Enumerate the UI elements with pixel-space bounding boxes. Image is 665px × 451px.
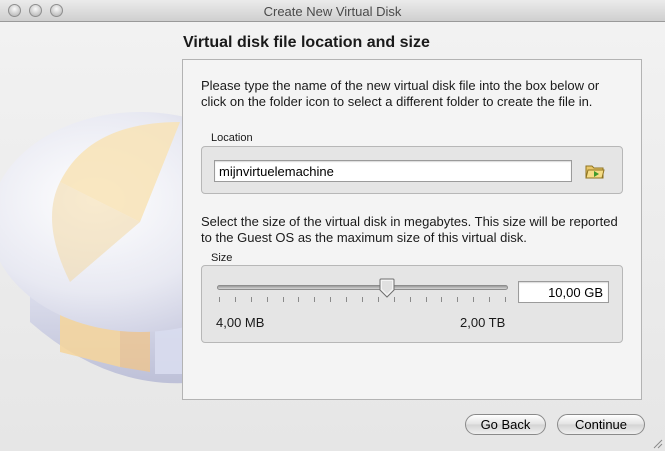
slider-tick <box>298 297 300 302</box>
resize-grip-icon[interactable] <box>651 437 663 449</box>
slider-tick <box>346 297 348 302</box>
intro-text: Please type the name of the new virtual … <box>201 78 600 109</box>
slider-tick <box>489 297 491 302</box>
continue-button[interactable]: Continue <box>557 414 645 435</box>
slider-tick <box>219 297 220 302</box>
size-label: Size <box>211 252 233 264</box>
size-input[interactable] <box>518 281 609 303</box>
max-size-label: 2,00 TB <box>460 315 506 330</box>
slider-tick <box>234 297 236 302</box>
slider-thumb-icon[interactable] <box>378 278 396 298</box>
location-label: Location <box>211 132 253 144</box>
virtual-disk-illustration <box>0 112 200 384</box>
slider-tick <box>409 297 411 302</box>
size-slider-track[interactable] <box>217 285 508 290</box>
slider-tick <box>330 297 332 302</box>
slider-tick <box>441 297 443 302</box>
slider-tick <box>282 297 284 302</box>
size-description: Select the size of the virtual disk in m… <box>201 214 618 245</box>
location-input[interactable] <box>214 160 572 182</box>
dialog-window: Create New Virtual Disk Virtual disk fil… <box>0 0 665 451</box>
go-back-button[interactable]: Go Back <box>465 414 546 435</box>
slider-tick <box>266 297 268 302</box>
title-bar[interactable]: Create New Virtual Disk <box>0 0 665 22</box>
slider-tick <box>314 297 316 302</box>
folder-icon[interactable] <box>585 162 605 180</box>
size-group <box>201 265 623 343</box>
window-title: Create New Virtual Disk <box>263 4 402 19</box>
slider-tick <box>425 297 427 302</box>
min-size-label: 4,00 MB <box>216 315 265 330</box>
slider-tick <box>362 297 363 302</box>
slider-tick <box>457 297 459 302</box>
slider-tick <box>505 297 506 302</box>
slider-tick <box>250 297 252 302</box>
slider-tick <box>473 297 475 302</box>
page-title: Virtual disk file location and size <box>183 34 430 51</box>
